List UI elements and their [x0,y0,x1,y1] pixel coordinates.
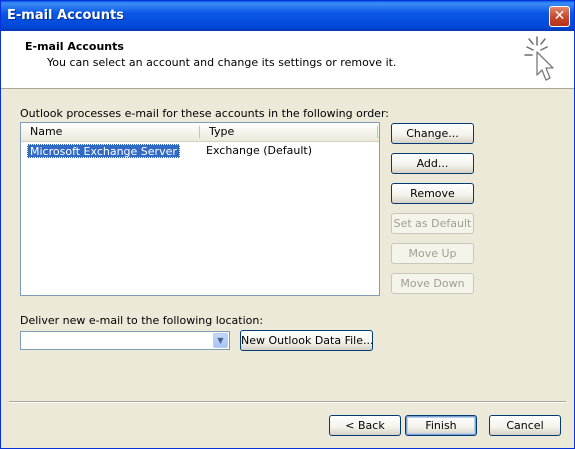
accounts-list[interactable]: Name Type Microsoft Exchange Server Exch… [20,122,380,296]
sparkle-cursor-icon [524,36,554,81]
add-button[interactable]: Add... [391,153,474,174]
deliver-location-select[interactable]: ▼ [20,331,230,350]
header-title: E-mail Accounts [25,40,124,53]
list-header: Name Type [21,123,379,142]
set-default-button[interactable]: Set as Default [391,213,474,234]
new-data-file-button[interactable]: New Outlook Data File... [240,330,373,351]
title-bar[interactable]: E-mail Accounts ✕ [1,1,574,31]
move-up-button[interactable]: Move Up [391,243,474,264]
wizard-header: E-mail Accounts You can select an accoun… [1,31,574,89]
email-accounts-dialog: E-mail Accounts ✕ E-mail Accounts You ca… [0,0,575,449]
remove-button[interactable]: Remove [391,183,474,204]
back-button[interactable]: < Back [329,415,401,436]
cancel-button[interactable]: Cancel [489,415,561,436]
change-button[interactable]: Change... [391,123,474,144]
accounts-label: Outlook processes e-mail for these accou… [20,107,389,120]
account-type: Exchange (Default) [206,144,313,157]
header-subtitle: You can select an account and change its… [47,56,397,69]
column-name[interactable]: Name [21,123,199,141]
move-down-button[interactable]: Move Down [391,273,474,294]
column-divider[interactable] [377,126,378,138]
close-icon: ✕ [553,8,566,24]
column-type[interactable]: Type [200,123,378,141]
finish-button[interactable]: Finish [405,415,477,436]
close-button[interactable]: ✕ [549,6,570,27]
deliver-label: Deliver new e-mail to the following loca… [20,314,264,327]
list-item[interactable]: Microsoft Exchange Server Exchange (Defa… [21,143,379,159]
window-title: E-mail Accounts [7,8,124,23]
chevron-down-icon: ▼ [217,336,224,345]
footer-divider [9,401,566,403]
account-name: Microsoft Exchange Server [27,144,180,158]
dropdown-button[interactable]: ▼ [213,333,228,348]
